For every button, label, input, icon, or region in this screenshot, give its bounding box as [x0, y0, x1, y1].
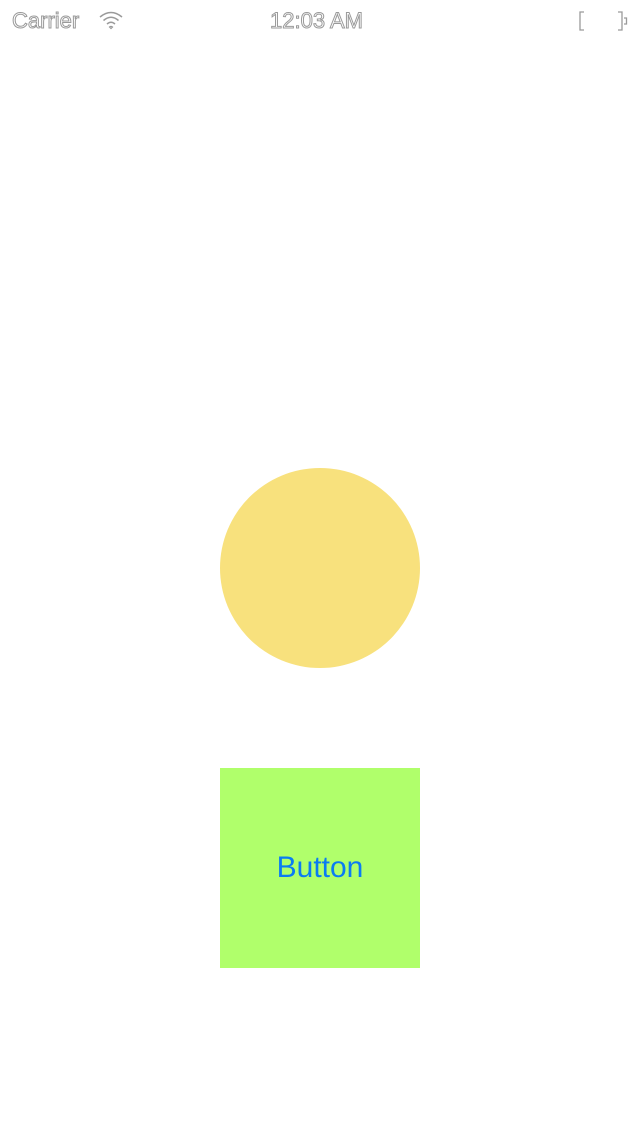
- status-bar: Carrier 12:03 AM: [0, 0, 640, 40]
- app-screen: Carrier 12:03 AM Button: [0, 0, 640, 1135]
- status-time: 12:03 AM: [270, 8, 364, 34]
- main-button[interactable]: Button: [220, 768, 420, 968]
- battery-icon: [578, 10, 630, 32]
- wifi-icon: [98, 10, 124, 30]
- yellow-circle: [220, 468, 420, 668]
- carrier-label: Carrier: [11, 8, 80, 34]
- button-label: Button: [276, 851, 364, 884]
